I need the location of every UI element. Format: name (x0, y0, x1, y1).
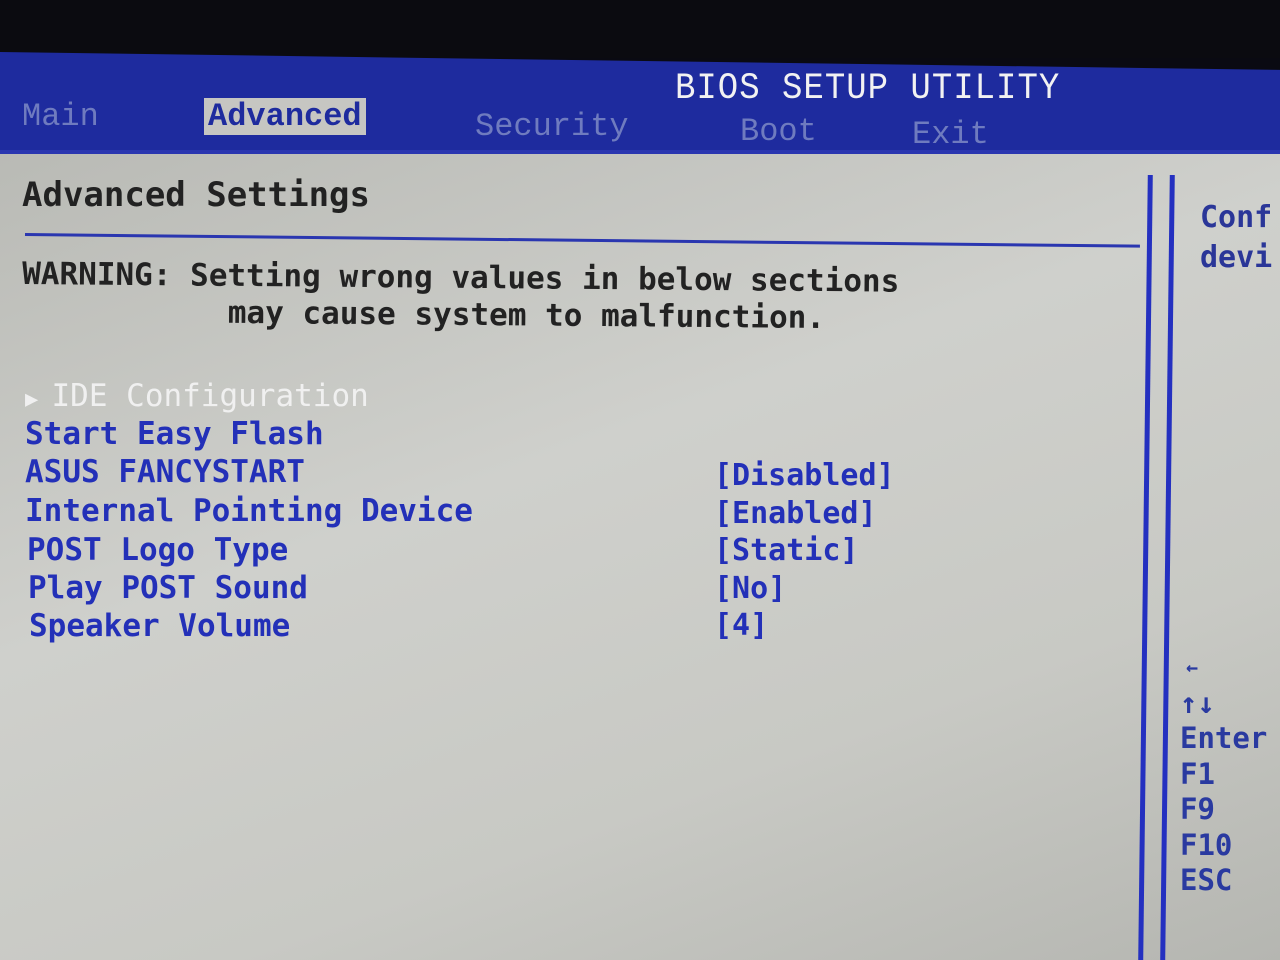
menu-item-speaker-volume[interactable]: Speaker Volume (29, 608, 290, 644)
menu-item-ide-configuration[interactable]: ▶ IDE Configuration (25, 378, 369, 414)
submenu-arrow-icon: ▶ (25, 387, 52, 412)
value-speaker-volume[interactable]: [4] (714, 608, 768, 643)
up-down-key: ↑↓ (1180, 685, 1215, 720)
screen-bezel (0, 0, 1280, 58)
bios-title: BIOS SETUP UTILITY (675, 68, 1061, 110)
help-line: Conf (1200, 200, 1273, 235)
value-internal-pointing-device[interactable]: [Enabled] (714, 496, 877, 531)
warning-text: WARNING: Setting wrong values in below s… (22, 256, 900, 338)
tab-exit[interactable]: Exit (912, 116, 989, 153)
tab-security[interactable]: Security (475, 108, 629, 145)
tab-advanced[interactable]: Advanced (204, 98, 366, 135)
divider (0, 150, 1280, 154)
value-asus-fancystart[interactable]: [Disabled] (714, 458, 895, 493)
item-label: IDE Configuration (51, 378, 369, 414)
key-legend: ← ↑↓ Enter F1 F9 F10 ESC (1180, 650, 1267, 899)
help-text: Conf devi (1200, 198, 1272, 278)
left-arrow-key: ← (1186, 655, 1199, 679)
value-post-logo-type[interactable]: [Static] (714, 533, 859, 568)
enter-key: Enter (1180, 721, 1268, 755)
f1-key: F1 (1180, 756, 1215, 791)
tab-boot[interactable]: Boot (740, 113, 817, 150)
f10-key: F10 (1180, 827, 1233, 862)
menu-item-play-post-sound[interactable]: Play POST Sound (28, 570, 308, 606)
tab-main[interactable]: Main (22, 98, 99, 135)
warning-line: WARNING: Setting wrong values in below s… (22, 256, 900, 300)
menu-item-asus-fancystart[interactable]: ASUS FANCYSTART (25, 454, 305, 490)
menu-item-internal-pointing-device[interactable]: Internal Pointing Device (25, 493, 473, 529)
value-play-post-sound[interactable]: [No] (714, 571, 786, 606)
warning-line: may cause system to malfunction. (227, 294, 826, 337)
help-line: devi (1200, 240, 1273, 275)
menu-item-start-easy-flash[interactable]: Start Easy Flash (25, 416, 324, 452)
f9-key: F9 (1180, 792, 1215, 826)
esc-key: ESC (1180, 863, 1233, 897)
page-title: Advanced Settings (22, 175, 370, 215)
menu-item-post-logo-type[interactable]: POST Logo Type (27, 532, 288, 568)
